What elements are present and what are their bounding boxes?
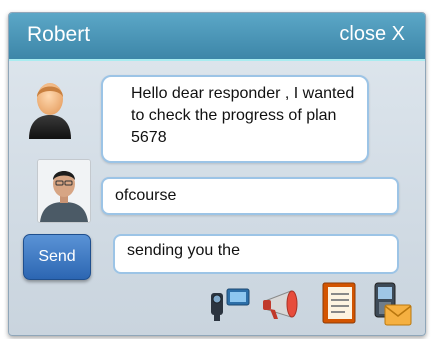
message-bubble-incoming: Hello dear responder , I wanted to check… bbox=[101, 75, 369, 163]
draft-text: sending you the bbox=[127, 242, 240, 259]
message-text: ofcourse bbox=[115, 187, 177, 204]
notebook-icon[interactable] bbox=[319, 281, 359, 325]
message-text: Hello dear responder , I wanted to check… bbox=[131, 85, 355, 146]
close-button[interactable]: close X bbox=[339, 23, 405, 46]
message-bubble-outgoing: ofcourse bbox=[101, 177, 399, 215]
contact-name: Robert bbox=[27, 23, 91, 46]
phone-mail-icon[interactable] bbox=[371, 281, 413, 327]
megaphone-icon[interactable] bbox=[261, 287, 305, 323]
message-input[interactable]: sending you the bbox=[113, 234, 399, 274]
person-silhouette-icon bbox=[29, 83, 71, 139]
user-photo-icon bbox=[38, 160, 90, 222]
user-avatar bbox=[37, 159, 91, 223]
video-camera-icon[interactable] bbox=[205, 285, 253, 323]
contact-avatar bbox=[25, 77, 75, 139]
title-bar: Robert close X bbox=[9, 13, 425, 61]
send-button[interactable]: Send bbox=[23, 234, 91, 280]
chat-window: Robert close X Hello dear responder , I … bbox=[8, 12, 426, 336]
